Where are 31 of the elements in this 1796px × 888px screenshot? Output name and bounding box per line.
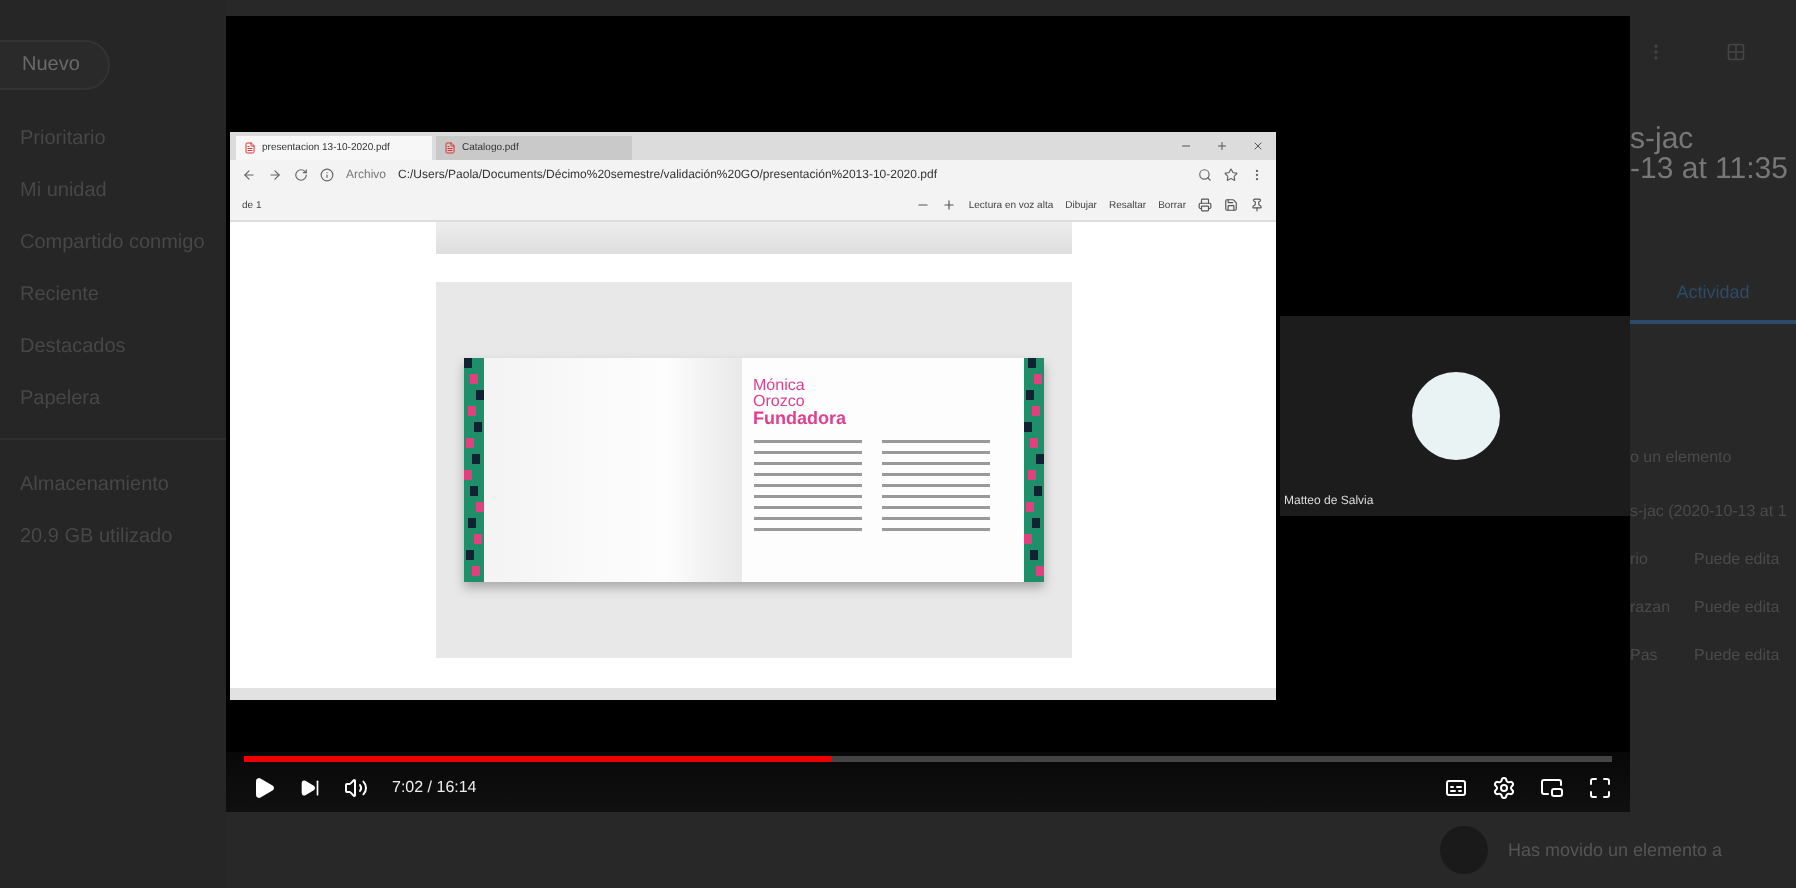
captions-icon[interactable] [1444,775,1468,799]
next-icon[interactable] [300,777,320,797]
close-icon[interactable] [1252,140,1264,152]
scrollbar[interactable] [230,688,1276,700]
more-icon[interactable] [1250,168,1264,182]
play-icon[interactable] [252,775,276,799]
avatar [1411,372,1499,460]
new-button[interactable]: Nuevo [0,40,110,90]
star-icon[interactable] [1224,168,1238,182]
reload-icon[interactable] [294,168,308,182]
activity-tab[interactable]: Actividad [1630,264,1796,324]
forward-icon[interactable] [268,168,282,182]
pdf-icon [244,142,256,154]
search-icon[interactable] [1198,168,1212,182]
save-icon[interactable] [1224,198,1238,212]
pin-icon[interactable] [1250,198,1264,212]
info-icon [320,168,334,182]
file-title: -13 at 11:35 [1630,154,1790,184]
pdf-icon [444,142,456,154]
time-display: 7:02 / 16:14 [392,778,477,796]
zoom-in-icon[interactable] [942,198,957,212]
file-title: s-jac [1630,124,1696,154]
print-icon[interactable] [1198,198,1212,212]
volume-icon[interactable] [344,775,368,799]
back-icon[interactable] [242,168,256,182]
miniplayer-icon[interactable] [1540,775,1564,799]
fullscreen-icon[interactable] [1588,775,1612,799]
book-subtitle: Fundadora [753,410,848,428]
book-title: Mónica [753,378,807,394]
settings-icon[interactable] [1492,775,1516,799]
book-title: Orozco [753,394,807,410]
